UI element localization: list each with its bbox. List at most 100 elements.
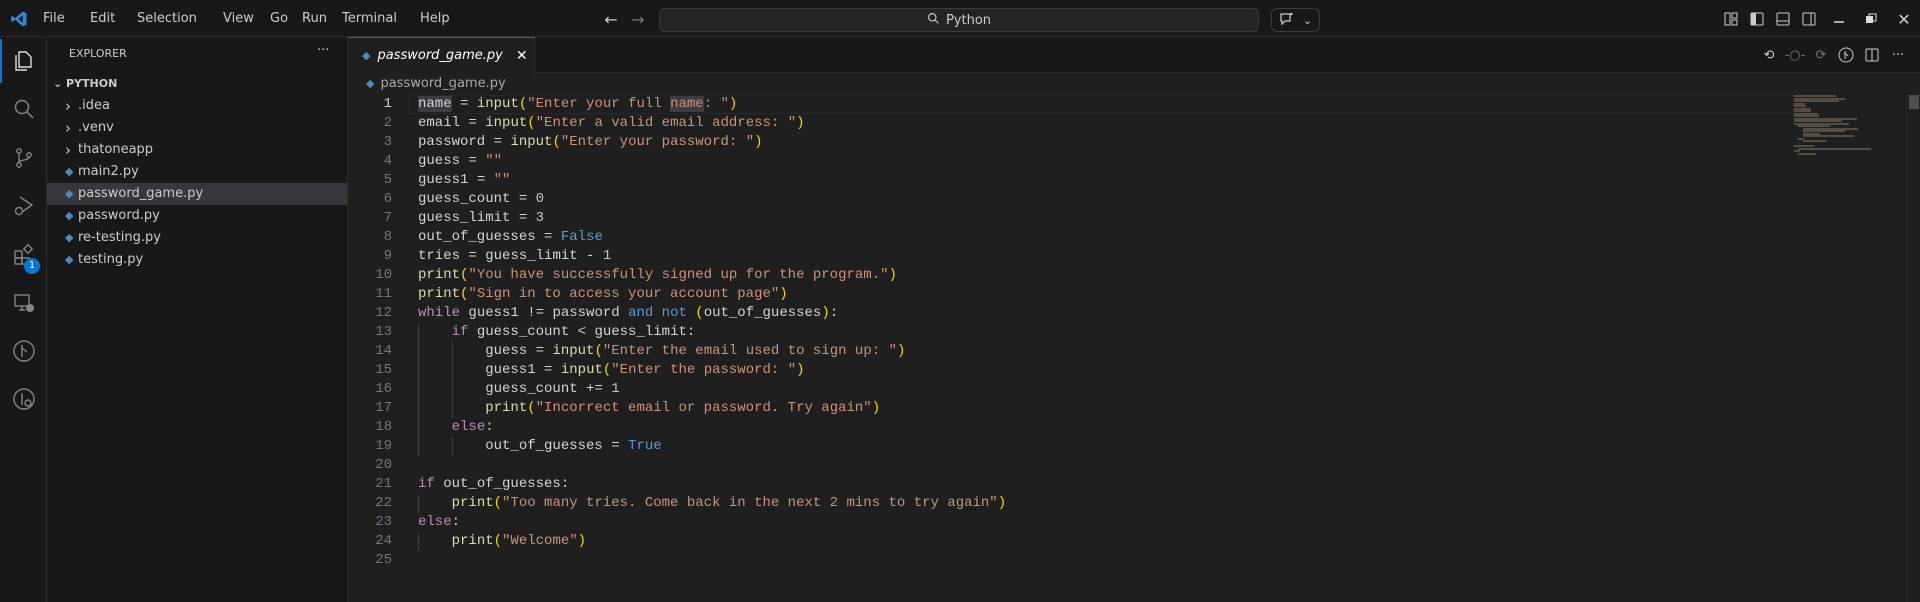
go-forward-timeline-icon[interactable]: ⟳ bbox=[1811, 45, 1831, 65]
code-line[interactable]: 13 if guess_count < guess_limit: bbox=[348, 323, 1793, 342]
editor-scrollbar[interactable] bbox=[1906, 95, 1920, 602]
code-line[interactable]: 19 out_of_guesses = True bbox=[348, 437, 1793, 456]
line-number: 15 bbox=[375, 362, 392, 378]
tab-password-game[interactable]: ◆ password_game.py ✕ bbox=[348, 37, 535, 73]
code-line[interactable]: 2 email = input("Enter a valid email addr… bbox=[348, 114, 1793, 133]
code-token: email bbox=[418, 115, 461, 131]
code-token: ( bbox=[493, 533, 503, 549]
tree-folder[interactable]: › .idea bbox=[47, 95, 347, 117]
forward-arrow-icon[interactable]: → bbox=[628, 8, 648, 30]
tree-item-label: main2.py bbox=[78, 164, 139, 179]
code-line[interactable]: 5 guess1 = "" bbox=[348, 171, 1793, 190]
code-line[interactable]: 6 guess_count = 0 bbox=[348, 190, 1793, 209]
menu-terminal[interactable]: Terminal bbox=[342, 0, 397, 37]
toggle-primary-sidebar-icon[interactable] bbox=[1748, 9, 1766, 29]
code-token: guess1 bbox=[418, 172, 469, 188]
toggle-panel-icon[interactable] bbox=[1774, 9, 1792, 29]
code-line[interactable]: 20 bbox=[348, 456, 1793, 475]
code-token: input bbox=[560, 362, 603, 378]
tree-file[interactable]: ◆ re-testing.py bbox=[47, 227, 347, 249]
split-editor-icon[interactable] bbox=[1862, 45, 1882, 65]
code-line[interactable]: 23 else: bbox=[348, 513, 1793, 532]
code-line[interactable]: 7 guess_limit = 3 bbox=[348, 209, 1793, 228]
code-line[interactable]: 25 bbox=[348, 551, 1793, 570]
code-token: name bbox=[418, 96, 452, 112]
search-icon[interactable] bbox=[0, 87, 47, 131]
folder-header-python[interactable]: ⌄ PYTHON bbox=[47, 73, 347, 95]
editor-tab-bar: ◆ password_game.py ✕ ⟲ -○- ⟳ ··· bbox=[348, 37, 1920, 73]
code-token: name bbox=[670, 96, 704, 112]
line-number: 12 bbox=[375, 305, 392, 321]
code-token: = bbox=[510, 191, 536, 207]
line-number: 16 bbox=[375, 381, 392, 397]
code-token: guess bbox=[418, 153, 461, 169]
explorer-icon[interactable] bbox=[0, 39, 47, 83]
code-line[interactable]: 15 guess1 = input("Enter the password: "… bbox=[348, 361, 1793, 380]
menu-help[interactable]: Help bbox=[420, 0, 450, 37]
breadcrumb[interactable]: ◆ password_game.py bbox=[366, 73, 506, 95]
code-editor[interactable]: 1 name = input("Enter your full name: ") 2… bbox=[348, 95, 1793, 570]
line-number: 14 bbox=[375, 343, 392, 359]
code-line[interactable]: 8 out_of_guesses = False bbox=[348, 228, 1793, 247]
chevron-right-icon: › bbox=[65, 119, 71, 137]
git-graph-icon[interactable] bbox=[0, 329, 47, 373]
sidebar-title: EXPLORER bbox=[69, 47, 127, 60]
code-token: : " bbox=[703, 96, 729, 112]
menu-edit[interactable]: Edit bbox=[90, 0, 115, 37]
code-line[interactable]: 18 else: bbox=[348, 418, 1793, 437]
tree-file[interactable]: ◆ password.py bbox=[47, 205, 347, 227]
tree-file[interactable]: ◆ testing.py bbox=[47, 249, 347, 271]
minimap-line bbox=[1802, 135, 1855, 137]
menu-file[interactable]: File bbox=[43, 0, 65, 37]
tree-file[interactable]: ◆ main2.py bbox=[47, 161, 347, 183]
tree-folder[interactable]: › thatoneapp bbox=[47, 139, 347, 161]
code-line[interactable]: 9 tries = guess_limit - 1 bbox=[348, 247, 1793, 266]
extensions-icon[interactable]: 1 bbox=[0, 233, 47, 277]
code-text: print("Too many tries. Come back in the … bbox=[418, 494, 1007, 513]
code-line[interactable]: 10 print("You have successfully signed up… bbox=[348, 266, 1793, 285]
code-line[interactable]: 14 guess = input("Enter the email used t… bbox=[348, 342, 1793, 361]
code-line[interactable]: 4 guess = "" bbox=[348, 152, 1793, 171]
copilot-chat-button[interactable]: ⌄ bbox=[1271, 8, 1320, 32]
menu-selection[interactable]: Selection bbox=[137, 0, 197, 37]
go-back-timeline-icon[interactable]: ⟲ bbox=[1759, 45, 1779, 65]
minimize-icon[interactable] bbox=[1830, 9, 1848, 29]
menu-run[interactable]: Run bbox=[302, 0, 327, 37]
close-window-icon[interactable]: ✕ bbox=[1895, 9, 1913, 29]
git-history-icon[interactable] bbox=[0, 377, 47, 421]
code-token: guess_count bbox=[468, 324, 578, 340]
tree-folder[interactable]: › .venv bbox=[47, 117, 347, 139]
code-line[interactable]: 16 guess_count += 1 bbox=[348, 380, 1793, 399]
code-line[interactable]: 22 print("Too many tries. Come back in t… bbox=[348, 494, 1793, 513]
back-arrow-icon[interactable]: ← bbox=[601, 8, 621, 30]
more-actions-icon[interactable]: ··· bbox=[1888, 45, 1908, 65]
tree-file[interactable]: ◆ password_game.py bbox=[47, 183, 347, 205]
code-line[interactable]: 17 print("Incorrect email or password. T… bbox=[348, 399, 1793, 418]
code-line[interactable]: 12 while guess1 != password and not (out_… bbox=[348, 304, 1793, 323]
code-line[interactable]: 21 if out_of_guesses: bbox=[348, 475, 1793, 494]
remote-explorer-icon[interactable] bbox=[0, 281, 47, 325]
more-actions-icon[interactable]: ··· bbox=[317, 43, 329, 58]
code-line[interactable]: 1 name = input("Enter your full name: ") bbox=[348, 95, 1793, 114]
code-text: guess1 = "" bbox=[418, 171, 510, 190]
command-center-search[interactable]: Python bbox=[659, 8, 1259, 32]
customize-layout-icon[interactable] bbox=[1722, 9, 1740, 29]
toggle-secondary-sidebar-icon[interactable] bbox=[1800, 9, 1818, 29]
minimap[interactable] bbox=[1794, 95, 1894, 155]
code-line[interactable]: 11 print("Sign in to access your account … bbox=[348, 285, 1793, 304]
code-token: print bbox=[451, 533, 494, 549]
python-file-icon: ◆ bbox=[65, 187, 74, 200]
timeline-commit-icon[interactable]: -○- bbox=[1785, 45, 1806, 65]
code-line[interactable]: 24 print("Welcome") bbox=[348, 532, 1793, 551]
menu-view[interactable]: View bbox=[223, 0, 254, 37]
code-line[interactable]: 3 password = input("Enter your password: … bbox=[348, 133, 1793, 152]
line-number: 19 bbox=[375, 438, 392, 454]
restore-icon[interactable] bbox=[1862, 9, 1880, 29]
scrollbar-thumb[interactable] bbox=[1909, 95, 1919, 109]
menu-go[interactable]: Go bbox=[270, 0, 288, 37]
source-control-icon[interactable] bbox=[0, 136, 47, 180]
run-debug-icon[interactable] bbox=[0, 184, 47, 228]
close-tab-icon[interactable]: ✕ bbox=[516, 48, 528, 64]
git-graph-icon[interactable] bbox=[1836, 45, 1856, 65]
